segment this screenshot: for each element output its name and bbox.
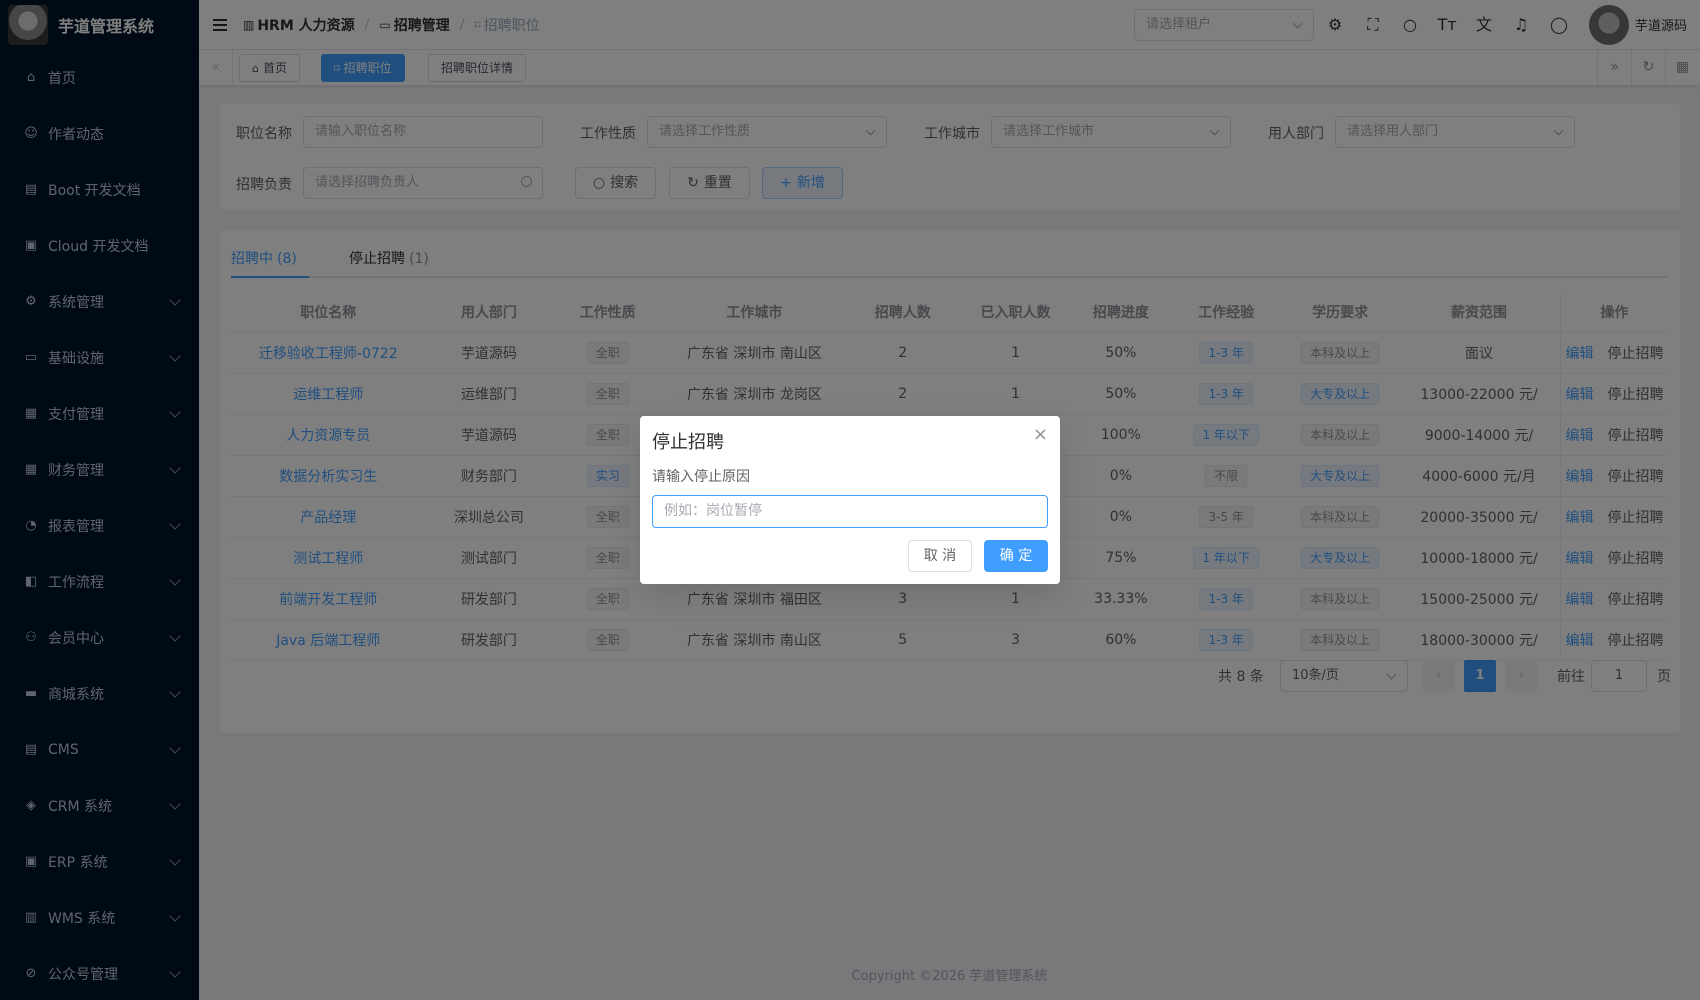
dialog-reason-label: 请输入停止原因 <box>652 469 750 485</box>
cancel-button[interactable]: 取 消 <box>908 540 972 572</box>
stop-reason-input[interactable]: 例如：岗位暂停 <box>652 495 1048 528</box>
dialog-title: 停止招聘 <box>652 432 724 453</box>
confirm-button[interactable]: 确 定 <box>984 540 1048 572</box>
close-icon[interactable]: × <box>1033 424 1048 445</box>
stop-recruit-dialog: 停止招聘 × 请输入停止原因 例如：岗位暂停 取 消 确 定 <box>640 416 1060 584</box>
